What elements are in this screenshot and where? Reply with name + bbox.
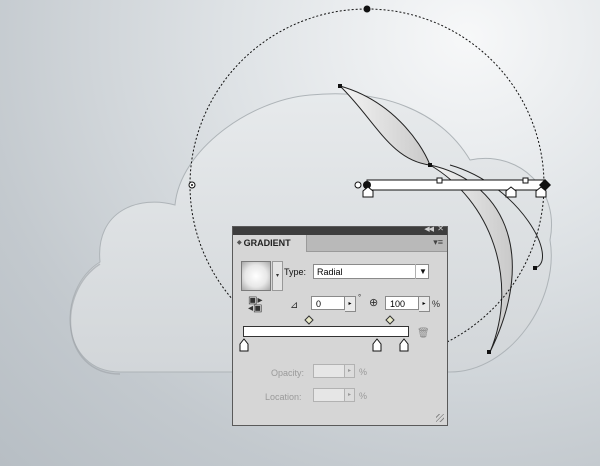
anchor-point[interactable]	[428, 163, 432, 167]
color-stop[interactable]	[399, 338, 409, 352]
gradient-stops-layer	[239, 315, 409, 352]
opacity-input[interactable]	[313, 364, 345, 378]
anchor-point[interactable]	[338, 84, 342, 88]
resize-grip-icon[interactable]	[436, 414, 444, 422]
opacity-percent-symbol: %	[359, 367, 368, 377]
gradient-midpoint-handle[interactable]	[436, 177, 443, 184]
annotator-top-handle[interactable]	[363, 5, 371, 13]
gradient-midpoint-handle[interactable]	[522, 177, 529, 184]
location-input[interactable]	[313, 388, 345, 402]
gradient-panel: ◀◀ ✕ ◆ GRADIENT ▾≡ ▾ Type: Radial ▼ ▣▸ ◂▣ …	[232, 224, 448, 426]
color-stop[interactable]	[372, 338, 382, 352]
anchor-point[interactable]	[487, 350, 491, 354]
midpoint-diamond[interactable]	[385, 315, 395, 325]
location-percent-symbol: %	[359, 391, 368, 401]
color-stop[interactable]	[239, 338, 249, 352]
midpoint-diamond[interactable]	[304, 315, 314, 325]
location-dropdown[interactable]: ▸	[345, 388, 355, 402]
location-label: Location:	[265, 392, 302, 402]
opacity-dropdown[interactable]: ▸	[345, 364, 355, 378]
opacity-label: Opacity:	[271, 368, 305, 378]
anchor-point[interactable]	[533, 266, 537, 270]
gradient-origin-handle[interactable]	[354, 181, 362, 189]
annotator-left-handle-dot	[191, 184, 193, 186]
